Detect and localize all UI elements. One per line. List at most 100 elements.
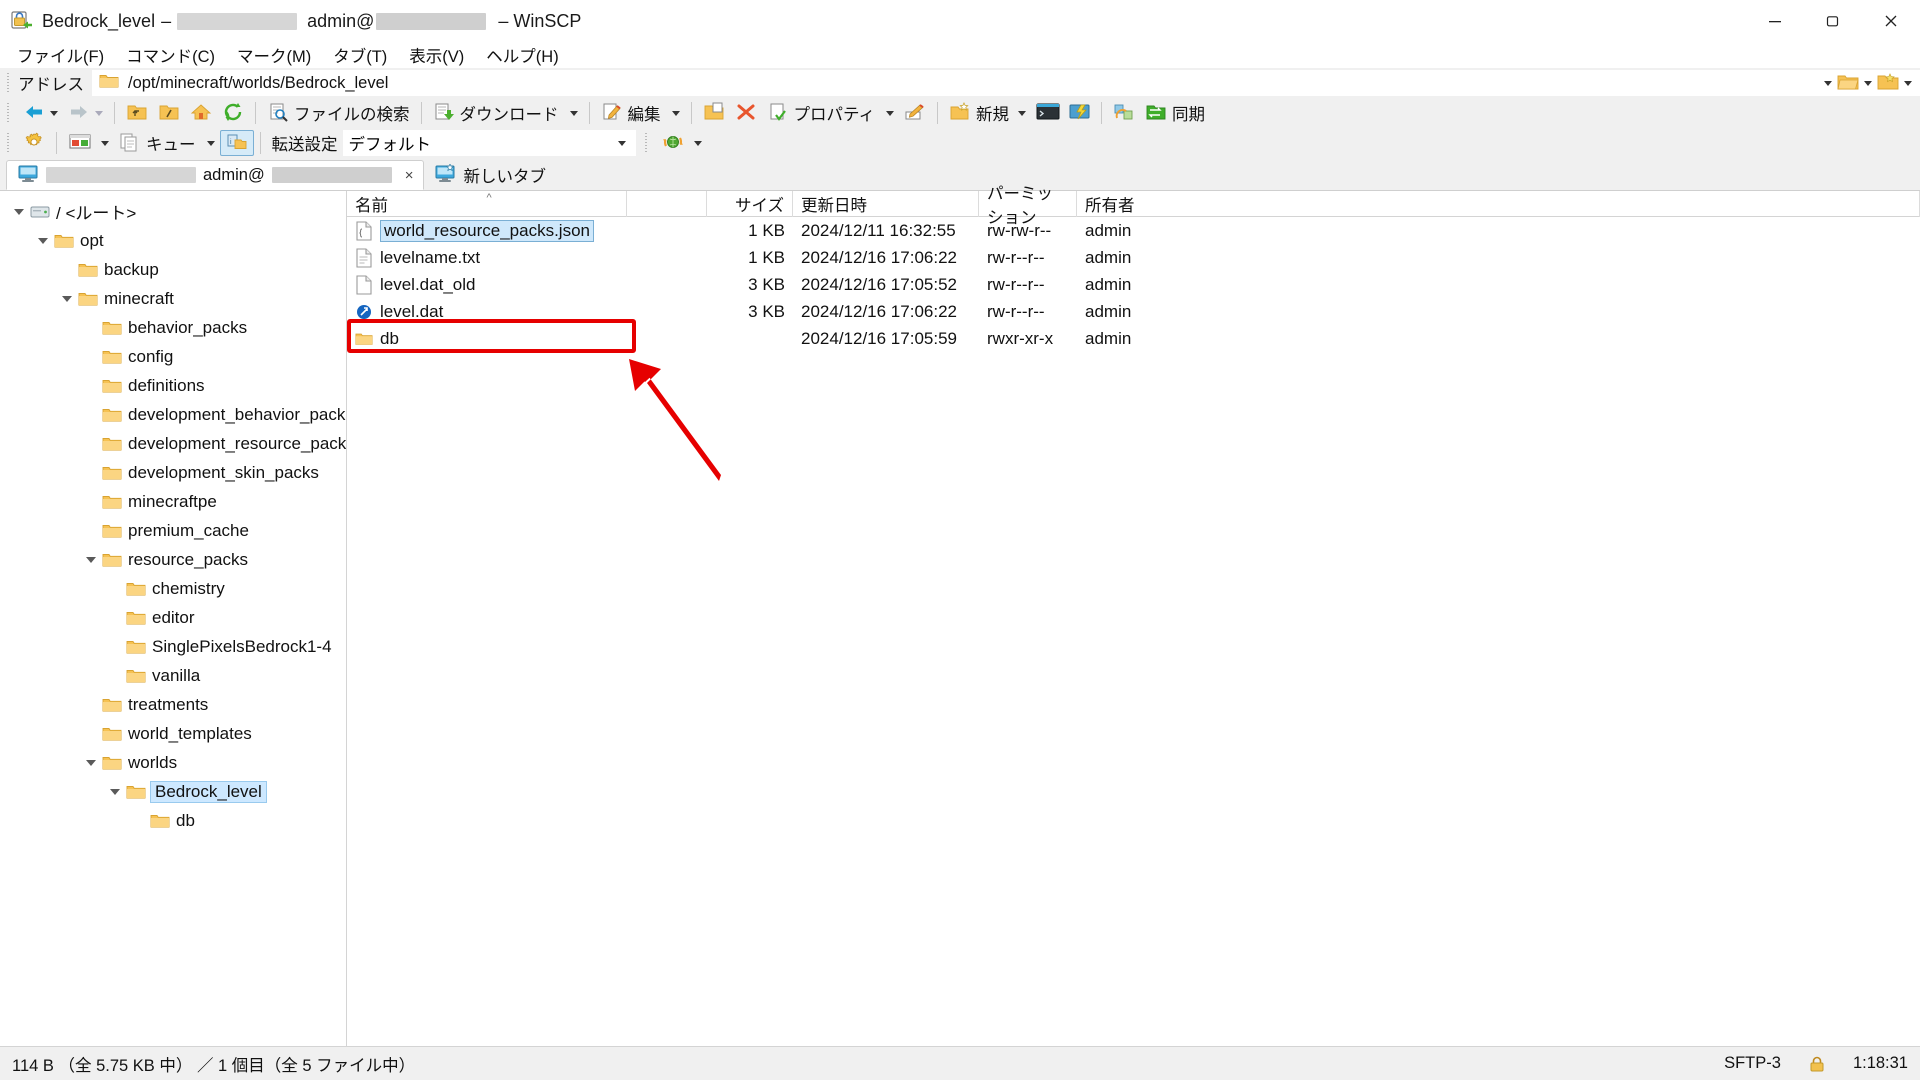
properties-dropdown-icon[interactable] xyxy=(886,110,895,116)
open-folder-icon[interactable] xyxy=(1837,72,1859,94)
delete-button[interactable] xyxy=(730,100,762,126)
column-modified[interactable]: 更新日時 xyxy=(793,190,979,217)
transfer-settings-combo[interactable]: デフォルト xyxy=(342,130,636,156)
chevron-down-icon[interactable] xyxy=(104,788,126,795)
tree-item-development_resource_packs[interactable]: development_resource_packs xyxy=(0,429,346,458)
synchronize-browsing-button[interactable]: 同期 xyxy=(1140,100,1210,126)
find-files-button[interactable]: ファイルの検索 xyxy=(262,100,415,126)
home-directory-button[interactable] xyxy=(185,100,217,126)
preferences-button[interactable] xyxy=(18,130,50,156)
tree-item-singlepixelsbedrock1-4[interactable]: SinglePixelsBedrock1-4 xyxy=(0,632,346,661)
close-button[interactable] xyxy=(1862,0,1920,42)
menu-view[interactable]: 表示(V) xyxy=(406,42,467,68)
chevron-down-icon[interactable] xyxy=(80,759,102,766)
tree-item-definitions[interactable]: definitions xyxy=(0,371,346,400)
tree-item-premium_cache[interactable]: premium_cache xyxy=(0,516,346,545)
toolbar-grip[interactable] xyxy=(6,73,12,93)
open-putty-button[interactable] xyxy=(1063,100,1095,126)
back-button[interactable] xyxy=(18,100,63,126)
menu-mark[interactable]: マーク(M) xyxy=(234,42,314,68)
tree-item-behavior_packs[interactable]: behavior_packs xyxy=(0,313,346,342)
menu-help[interactable]: ヘルプ(H) xyxy=(483,42,561,68)
new-tab-button[interactable]: 新しいタブ xyxy=(424,160,556,190)
tree-item-backup[interactable]: backup xyxy=(0,255,346,284)
properties-button[interactable]: プロパティ xyxy=(762,100,900,126)
tree-item-development_behavior_packs[interactable]: development_behavior_packs xyxy=(0,400,346,429)
file-list-body[interactable]: world_resource_packs.json 1 KB 2024/12/11 … xyxy=(347,217,1920,1046)
menu-file[interactable]: ファイル(F) xyxy=(14,42,107,68)
transfer-settings-label-wrap: 転送設定 xyxy=(267,130,343,156)
maximize-button[interactable] xyxy=(1804,0,1862,42)
chevron-down-icon-3[interactable] xyxy=(1904,80,1912,86)
toolbar-grip-1[interactable] xyxy=(6,103,12,123)
download-button[interactable]: ダウンロード xyxy=(428,100,583,126)
tree-item-minecraftpe[interactable]: minecraftpe xyxy=(0,487,346,516)
chevron-down-icon[interactable] xyxy=(80,556,102,563)
tree-item-development_skin_packs[interactable]: development_skin_packs xyxy=(0,458,346,487)
duplicate-button[interactable] xyxy=(698,100,730,126)
forward-button[interactable] xyxy=(63,100,108,126)
queue-button[interactable]: キュー xyxy=(114,130,220,156)
tab-active-session[interactable]: admin@ × xyxy=(6,160,425,190)
chevron-down-icon-2[interactable] xyxy=(1864,80,1872,86)
column-permissions[interactable]: パーミッション xyxy=(979,185,1077,227)
toolbar-grip-2[interactable] xyxy=(6,133,12,153)
tree-item-world_templates[interactable]: world_templates xyxy=(0,719,346,748)
transfer-settings-dropdown-icon[interactable] xyxy=(617,140,626,146)
tree-item-[interactable]: / <ルート> xyxy=(0,197,346,226)
tree-item-worlds[interactable]: worlds xyxy=(0,748,346,777)
download-dropdown-icon[interactable] xyxy=(569,110,578,116)
queue-dropdown-icon[interactable] xyxy=(206,140,215,146)
edit-button[interactable]: 編集 xyxy=(596,100,685,126)
view-mode-dropdown-icon[interactable] xyxy=(101,140,109,146)
cell-modified: 2024/12/11 16:32:55 xyxy=(793,217,979,244)
root-directory-button[interactable] xyxy=(153,100,185,126)
open-console-button[interactable] xyxy=(1031,100,1063,126)
table-row[interactable]: level.dat_old 3 KB 2024/12/16 17:05:52 rw-r… xyxy=(347,271,1920,298)
chevron-down-icon[interactable] xyxy=(1824,80,1832,86)
toolbar-grip-3[interactable] xyxy=(643,133,650,153)
forward-dropdown-icon[interactable] xyxy=(95,110,103,116)
view-mode-button[interactable] xyxy=(63,130,114,156)
edit-dropdown-icon[interactable] xyxy=(671,110,680,116)
bookmark-folder-icon[interactable] xyxy=(1877,72,1899,94)
tree-item-chemistry[interactable]: chemistry xyxy=(0,574,346,603)
tab-close-icon[interactable]: × xyxy=(405,167,414,184)
menu-command[interactable]: コマンド(C) xyxy=(123,42,218,68)
tree-item-bedrock_level[interactable]: Bedrock_level xyxy=(0,777,346,806)
back-dropdown-icon[interactable] xyxy=(50,110,58,116)
column-owner[interactable]: 所有者 xyxy=(1077,190,1920,217)
tree-item-editor[interactable]: editor xyxy=(0,603,346,632)
table-row[interactable]: level.dat 3 KB 2024/12/16 17:06:22 rw-r--r-… xyxy=(347,298,1920,325)
refresh-remote-button[interactable] xyxy=(1108,100,1140,126)
chevron-down-icon[interactable] xyxy=(8,208,30,215)
new-dropdown-icon[interactable] xyxy=(1018,110,1027,116)
new-button[interactable]: 新規 xyxy=(944,100,1031,126)
parent-directory-button[interactable] xyxy=(121,100,153,126)
refresh-button[interactable] xyxy=(217,100,249,126)
tree-item-vanilla[interactable]: vanilla xyxy=(0,661,346,690)
address-input[interactable]: /opt/minecraft/worlds/Bedrock_level xyxy=(92,70,1816,96)
minimize-button[interactable] xyxy=(1746,0,1804,42)
directory-tree[interactable]: / <ルート> opt backup minecraft behavior_packs c… xyxy=(0,191,347,1046)
rename-button[interactable] xyxy=(899,100,931,126)
queue-file-toggle[interactable]: i xyxy=(219,130,254,156)
tree-item-db[interactable]: db xyxy=(0,806,346,835)
tree-item-config[interactable]: config xyxy=(0,342,346,371)
tree-item-resource_packs[interactable]: resource_packs xyxy=(0,545,346,574)
tree-item-minecraft[interactable]: minecraft xyxy=(0,284,346,313)
table-row[interactable]: world_resource_packs.json 1 KB 2024/12/11 … xyxy=(347,217,1920,244)
column-name[interactable]: 名前 ^ xyxy=(347,190,627,217)
chevron-down-icon[interactable] xyxy=(56,295,78,302)
column-size[interactable]: サイズ xyxy=(707,190,793,217)
column-ext[interactable] xyxy=(627,190,707,217)
table-row[interactable]: levelname.txt 1 KB 2024/12/16 17:06:22 rw-r… xyxy=(347,244,1920,271)
tree-item-opt[interactable]: opt xyxy=(0,226,346,255)
session-refresh-dropdown-icon[interactable] xyxy=(693,140,702,146)
chevron-down-icon[interactable] xyxy=(32,237,54,244)
menu-tab[interactable]: タブ(T) xyxy=(330,42,390,68)
tree-item-treatments[interactable]: treatments xyxy=(0,690,346,719)
table-row[interactable]: db 2024/12/16 17:05:59 rwxr-xr-x admin xyxy=(347,325,1920,352)
session-refresh-button[interactable] xyxy=(656,130,707,156)
cell-name: levelname.txt xyxy=(347,244,627,271)
